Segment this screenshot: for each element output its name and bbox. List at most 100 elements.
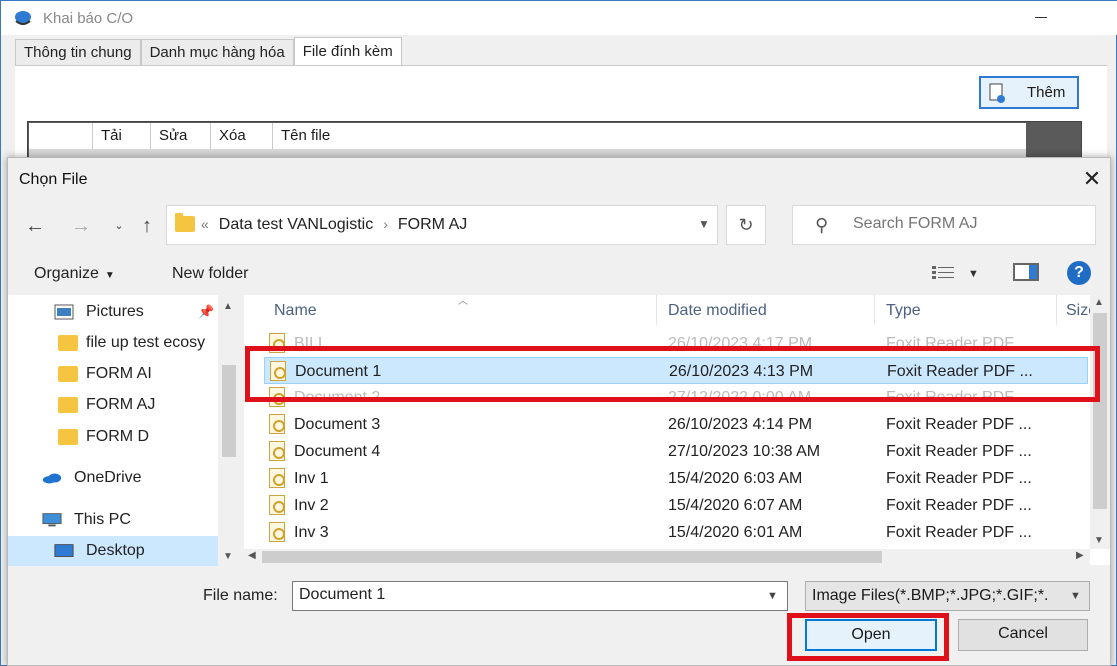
minimize-icon[interactable] [1035,17,1047,18]
file-row-document-2[interactable]: Document 2 27/12/2022 0:00 AM Foxit Read… [264,384,1088,411]
file-row-inv-1[interactable]: Inv 1 15/4/2020 6:03 AM Foxit Reader PDF… [264,465,1088,492]
file-date-modified: 15/4/2020 6:03 AM [668,470,803,487]
open-button[interactable]: Open [805,619,937,651]
file-name: Document 3 [294,416,381,433]
scrollbar-thumb[interactable] [1093,313,1107,509]
file-type: Foxit Reader PDF ... [887,363,1033,380]
nav-item-label: This PC [74,511,131,528]
column-header-type[interactable]: Type [886,302,921,320]
file-list-horizontal-scrollbar[interactable]: ◀ ▶ [244,549,1090,565]
pdf-file-icon [269,387,285,407]
view-options-icon[interactable] [932,265,954,281]
search-icon: ⚲ [815,215,829,235]
column-header-date-modified[interactable]: Date modified [668,302,767,320]
search-input[interactable] [853,215,1083,233]
column-header-name[interactable]: Name [274,302,317,320]
nav-item-desktop[interactable]: Desktop [8,536,218,566]
nav-item-onedrive[interactable]: OneDrive [8,463,218,493]
address-bar[interactable]: « Data test VANLogistic › FORM AJ ▼ [166,205,718,245]
column-divider[interactable] [656,295,657,325]
nav-item-file-up-test-ecosy[interactable]: file up test ecosy [8,328,218,358]
pdf-file-icon [269,333,285,353]
file-date-modified: 26/10/2023 4:17 PM [668,335,813,352]
scroll-up-icon[interactable]: ▲ [223,301,233,312]
pictures-icon [54,304,74,320]
nav-item-form-d[interactable]: FORM D [8,422,218,452]
column-header-size[interactable]: Size [1066,302,1090,320]
background-titlebar: Khai báo C/O [1,1,1117,35]
up-arrow-icon[interactable]: ↑ [134,213,160,239]
file-date-modified: 26/10/2023 4:13 PM [669,363,814,380]
column-divider[interactable] [1056,295,1057,325]
dialog-title: Chọn File [19,171,88,188]
file-name: Document 2 [294,389,381,406]
file-date-modified: 15/4/2020 6:07 AM [668,497,803,514]
refresh-icon[interactable]: ↻ [726,205,766,245]
file-date-modified: 27/10/2023 10:38 AM [668,443,821,460]
scrollbar-thumb[interactable] [222,365,236,457]
folder-icon [58,366,78,382]
file-name: Inv 1 [294,470,329,487]
file-name-input[interactable] [299,586,739,604]
close-icon[interactable]: ✕ [1080,167,1104,191]
breadcrumb-overflow-icon[interactable]: « [201,216,209,234]
file-list: ︿ Name Date modified Type Size BILL 26/1… [244,295,1110,565]
file-name: Document 4 [294,443,381,460]
file-row-bill[interactable]: BILL 26/10/2023 4:17 PM Foxit Reader PDF… [264,330,1088,357]
tab-file-dinh-kem[interactable]: File đính kèm [293,37,402,65]
scroll-down-icon[interactable]: ▼ [223,551,233,562]
file-row-document-1[interactable]: Document 1 26/10/2023 4:13 PM Foxit Read… [264,357,1088,384]
nav-item-label: Pictures [86,303,144,320]
navigation-scrollbar[interactable]: ▲ ▼ [218,295,240,565]
recent-locations-chevron-icon[interactable]: ⌄ [106,213,132,239]
file-row-inv-3[interactable]: Inv 3 15/4/2020 6:01 AM Foxit Reader PDF… [264,519,1088,549]
column-header-xoa: Xóa [211,123,273,149]
add-file-button[interactable]: Thêm [979,76,1079,109]
choose-file-dialog: Chọn File ✕ ← → ⌄ ↑ « Data test VANLogis… [7,157,1111,666]
file-type: Foxit Reader PDF ... [886,443,1032,460]
tab-thong-tin-chung[interactable]: Thông tin chung [15,39,141,65]
pdf-file-icon [269,441,285,461]
search-box[interactable]: ⚲ [792,205,1096,245]
column-header-sua: Sửa [151,123,211,149]
dialog-toolbar: Organize ▼ New folder ▼ ? [8,255,1110,293]
nav-item-label: FORM AJ [86,396,156,413]
chevron-down-icon[interactable]: ▼ [698,217,710,231]
forward-arrow-icon[interactable]: → [68,213,94,239]
file-type: Foxit Reader PDF ... [886,470,1032,487]
column-divider[interactable] [874,295,875,325]
file-type-select[interactable]: Image Files(*.BMP;*.JPG;*.GIF;*. ▼ [805,581,1090,611]
file-name-combobox[interactable]: ▼ [292,581,788,611]
pin-icon: 📌 [198,304,215,319]
scroll-left-icon[interactable]: ◀ [248,550,256,561]
tab-danh-muc-hang-hoa[interactable]: Danh mục hàng hóa [140,39,294,65]
nav-item-form-ai[interactable]: FORM AI [8,359,218,389]
back-arrow-icon[interactable]: ← [22,213,48,239]
chevron-down-icon[interactable]: ▼ [968,268,979,280]
new-folder-button[interactable]: New folder [172,265,248,283]
preview-pane-icon[interactable] [1013,263,1039,281]
file-row-document-3[interactable]: Document 3 26/10/2023 4:14 PM Foxit Read… [264,411,1088,438]
organize-button[interactable]: Organize ▼ [34,265,115,283]
scroll-down-icon[interactable]: ▼ [1094,535,1104,546]
breadcrumb-data-test-vanlogistic[interactable]: Data test VANLogistic [219,216,373,234]
nav-item-form-aj[interactable]: FORM AJ [8,390,218,420]
chevron-down-icon[interactable]: ▼ [767,590,778,602]
scroll-right-icon[interactable]: ▶ [1076,550,1084,561]
column-header-ten-file: Tên file [281,127,331,144]
file-name: BILL [294,335,327,352]
onedrive-icon [42,473,62,484]
scrollbar-thumb[interactable] [262,551,882,563]
file-list-vertical-scrollbar[interactable]: ▲ ▼ [1090,295,1110,549]
nav-item-pictures[interactable]: Pictures 📌 [8,297,218,327]
breadcrumb-form-aj[interactable]: FORM AJ [398,216,467,234]
nav-item-this-pc[interactable]: This PC [8,505,218,535]
nav-item-label: OneDrive [74,469,142,486]
help-icon[interactable]: ? [1067,261,1091,285]
background-tab-strip: Thông tin chung Danh mục hàng hóa File đ… [15,37,402,65]
file-row-document-4[interactable]: Document 4 27/10/2023 10:38 AM Foxit Rea… [264,438,1088,465]
scroll-up-icon[interactable]: ▲ [1094,297,1104,308]
nav-item-label: file up test ecosy [86,334,206,351]
file-row-inv-2[interactable]: Inv 2 15/4/2020 6:07 AM Foxit Reader PDF… [264,492,1088,519]
cancel-button[interactable]: Cancel [958,619,1088,651]
